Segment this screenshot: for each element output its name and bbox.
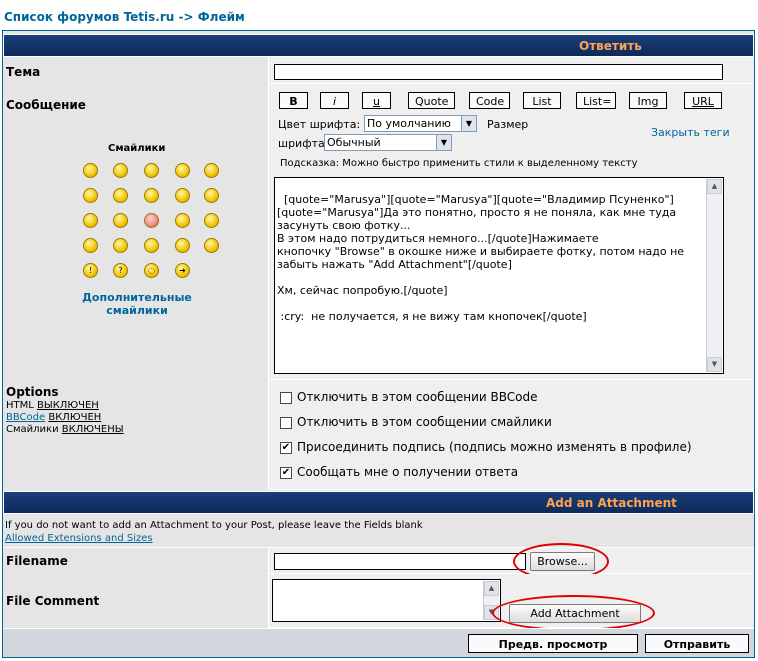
bbcode-list-ordered-button[interactable]: List= — [576, 92, 616, 109]
smiley-smile-icon[interactable] — [83, 163, 98, 178]
font-size-select[interactable]: Обычный ▼ — [324, 134, 452, 151]
smiley-razz-icon[interactable] — [204, 188, 219, 203]
form-footer — [3, 628, 754, 657]
message-text: [quote="Marusya"][quote="Marusya"][quote… — [277, 193, 685, 323]
reply-header-title: Ответить — [579, 39, 642, 53]
bbcode-img-button[interactable]: Img — [629, 92, 667, 109]
notify-reply-checkbox[interactable]: ✔ — [280, 467, 292, 479]
subject-label: Тема — [6, 65, 41, 79]
font-color-value: По умолчанию — [367, 117, 451, 130]
more-smilies-line1: Дополнительные — [82, 291, 192, 304]
smiley-neutral-icon[interactable] — [83, 213, 98, 228]
smiley-arrow-icon[interactable]: ➔ — [175, 263, 190, 278]
attach-signature-checkbox[interactable]: ✔ — [280, 442, 292, 454]
option-bbcode-label-link[interactable]: BBCode — [6, 412, 45, 423]
message-textarea[interactable]: [quote="Marusya"][quote="Marusya"][quote… — [274, 177, 724, 374]
smiley-sunglasses-icon[interactable] — [144, 188, 159, 203]
chevron-down-icon: ▼ — [461, 116, 476, 131]
more-smilies-line2: смайлики — [106, 304, 168, 317]
smiley-sad-icon[interactable] — [144, 163, 159, 178]
smiley-twisted-icon[interactable] — [113, 238, 128, 253]
bbcode-bold-button[interactable]: B — [279, 92, 308, 109]
attachment-header-title: Add an Attachment — [546, 496, 677, 510]
smiley-exclaim-icon[interactable]: ! — [83, 263, 98, 278]
formatting-hint: Подсказка: Можно быстро применить стили … — [280, 158, 638, 169]
smiley-grin-icon[interactable] — [113, 163, 128, 178]
smiley-idea-icon[interactable]: ◌ — [144, 263, 159, 278]
options-title: Options — [6, 385, 59, 399]
file-comment-textarea[interactable]: ▲ ▼ — [272, 579, 501, 622]
option-html-label: HTML — [6, 400, 34, 411]
breadcrumb-sep: -> — [178, 10, 194, 24]
smiley-laugh-icon[interactable] — [204, 163, 219, 178]
attachment-header-bar: Add an Attachment — [3, 491, 754, 514]
smiley-mad-icon[interactable] — [175, 188, 190, 203]
chevron-down-icon: ▼ — [436, 135, 451, 150]
smiley-happy-icon[interactable] — [175, 238, 190, 253]
smiley-rolleyes-icon[interactable] — [144, 238, 159, 253]
smiley-surprised-icon[interactable] — [175, 163, 190, 178]
smiley-question-icon[interactable]: ? — [113, 263, 128, 278]
breadcrumb-home[interactable]: Список форумов Tetis.ru — [4, 10, 174, 24]
smiley-cool-icon[interactable] — [113, 188, 128, 203]
smilies-title: Смайлики — [108, 143, 166, 154]
smiley-shocked-icon[interactable] — [175, 213, 190, 228]
smiley-eek-icon[interactable] — [204, 213, 219, 228]
message-label: Сообщение — [6, 98, 86, 112]
breadcrumb-forum[interactable]: Флейм — [198, 10, 245, 24]
font-size-label-1: Размер — [487, 118, 529, 131]
allowed-extensions-link[interactable]: Allowed Extensions and Sizes — [5, 533, 153, 544]
scroll-down-icon[interactable]: ▼ — [707, 357, 722, 372]
filename-input[interactable] — [274, 553, 526, 570]
option-html-state-link[interactable]: ВЫКЛЮЧЕН — [37, 400, 99, 411]
message-scrollbar[interactable]: ▲ ▼ — [706, 179, 722, 372]
smiley-roll-icon[interactable] — [204, 238, 219, 253]
file-comment-label: File Comment — [6, 594, 100, 608]
attach-signature-label: Присоединить подпись (подпись можно изме… — [297, 440, 692, 454]
comment-label-cell: File Comment — [3, 574, 269, 628]
smiley-embarrassed-icon[interactable] — [144, 213, 159, 228]
preview-button[interactable]: Предв. просмотр — [468, 634, 638, 653]
more-smilies-link[interactable]: Дополнительные смайлики — [77, 291, 197, 317]
bbcode-url-button[interactable]: URL — [684, 92, 722, 109]
bbcode-underline-button[interactable]: u — [362, 92, 391, 109]
bbcode-italic-button[interactable]: i — [320, 92, 349, 109]
option-bbcode-state-link[interactable]: ВКЛЮЧЕН — [48, 412, 101, 423]
smiley-evil-icon[interactable] — [83, 238, 98, 253]
close-tags-link[interactable]: Закрыть теги — [651, 126, 730, 139]
option-smilies-label: Смайлики — [6, 424, 59, 435]
attachment-info-text: If you do not want to add an Attachment … — [5, 520, 423, 531]
smiley-confused-icon[interactable] — [83, 188, 98, 203]
option-smilies-status: Смайлики ВКЛЮЧЕНЫ — [6, 424, 124, 435]
reply-header-bar: Ответить — [3, 34, 754, 57]
disable-bbcode-label: Отключить в этом сообщении BBCode — [297, 390, 538, 404]
scroll-up-icon[interactable]: ▲ — [484, 581, 499, 596]
submit-button[interactable]: Отправить — [645, 634, 749, 653]
subject-input[interactable] — [274, 64, 723, 80]
font-size-value: Обычный — [327, 136, 381, 149]
font-color-label: Цвет шрифта: — [278, 118, 361, 131]
option-html-status: HTML ВЫКЛЮЧЕН — [6, 400, 99, 411]
filename-label: Filename — [6, 554, 68, 568]
font-size-label-2: шрифта: — [278, 137, 329, 150]
breadcrumb: Список форумов Tetis.ru -> Флейм — [4, 10, 245, 24]
disable-smilies-label: Отключить в этом сообщении смайлики — [297, 415, 552, 429]
notify-reply-label: Сообщать мне о получении ответа — [297, 465, 519, 479]
option-smilies-state-link[interactable]: ВКЛЮЧЕНЫ — [62, 424, 124, 435]
attachment-info-row: If you do not want to add an Attachment … — [3, 514, 754, 548]
bbcode-quote-button[interactable]: Quote — [408, 92, 455, 109]
options-label-cell: Options HTML ВЫКЛЮЧЕН BBCode ВКЛЮЧЕН Сма… — [3, 380, 269, 490]
bbcode-code-button[interactable]: Code — [469, 92, 510, 109]
disable-smilies-checkbox[interactable] — [280, 417, 292, 429]
highlight-ellipse-add-attachment — [492, 595, 655, 631]
subject-label-cell: Тема — [3, 57, 269, 84]
scroll-up-icon[interactable]: ▲ — [707, 179, 722, 194]
message-label-cell: Сообщение Смайлики !? ◌ ➔ Дополнительные с… — [3, 84, 269, 380]
disable-bbcode-checkbox[interactable] — [280, 392, 292, 404]
option-bbcode-status: BBCode ВКЛЮЧЕН — [6, 412, 101, 423]
smiley-wink-icon[interactable] — [113, 213, 128, 228]
filename-label-cell: Filename — [3, 548, 269, 574]
font-color-select[interactable]: По умолчанию ▼ — [364, 115, 477, 132]
bbcode-list-button[interactable]: List — [523, 92, 561, 109]
